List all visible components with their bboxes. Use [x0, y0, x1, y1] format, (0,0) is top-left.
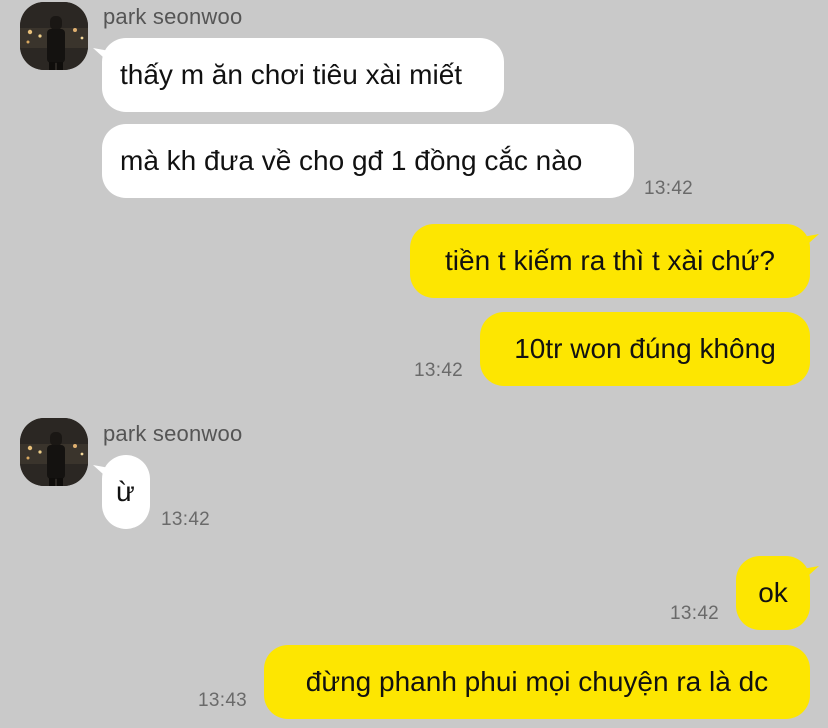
message-bubble-outgoing[interactable]: 10tr won đúng không: [480, 312, 810, 386]
message-timestamp: 13:42: [644, 178, 694, 199]
avatar[interactable]: [20, 2, 88, 70]
message-bubble-incoming[interactable]: ừ: [102, 455, 150, 529]
message-bubble-outgoing[interactable]: ok: [736, 556, 810, 630]
message-timestamp: 13:42: [414, 360, 464, 381]
message-bubble-incoming[interactable]: thấy m ăn chơi tiêu xài miết: [102, 38, 504, 112]
message-timestamp: 13:42: [161, 509, 211, 530]
message-timestamp: 13:43: [198, 690, 248, 711]
avatar[interactable]: [20, 418, 88, 486]
message-bubble-incoming[interactable]: mà kh đưa về cho gđ 1 đồng cắc nào: [102, 124, 634, 198]
avatar-photo-icon: [20, 418, 88, 486]
sender-name: park seonwoo: [103, 421, 243, 446]
message-bubble-outgoing[interactable]: tiền t kiếm ra thì t xài chứ?: [410, 224, 810, 298]
avatar-photo-icon: [20, 2, 88, 70]
message-timestamp: 13:42: [670, 603, 720, 624]
message-bubble-outgoing[interactable]: đừng phanh phui mọi chuyện ra là dc: [264, 645, 810, 719]
sender-name: park seonwoo: [103, 4, 243, 29]
